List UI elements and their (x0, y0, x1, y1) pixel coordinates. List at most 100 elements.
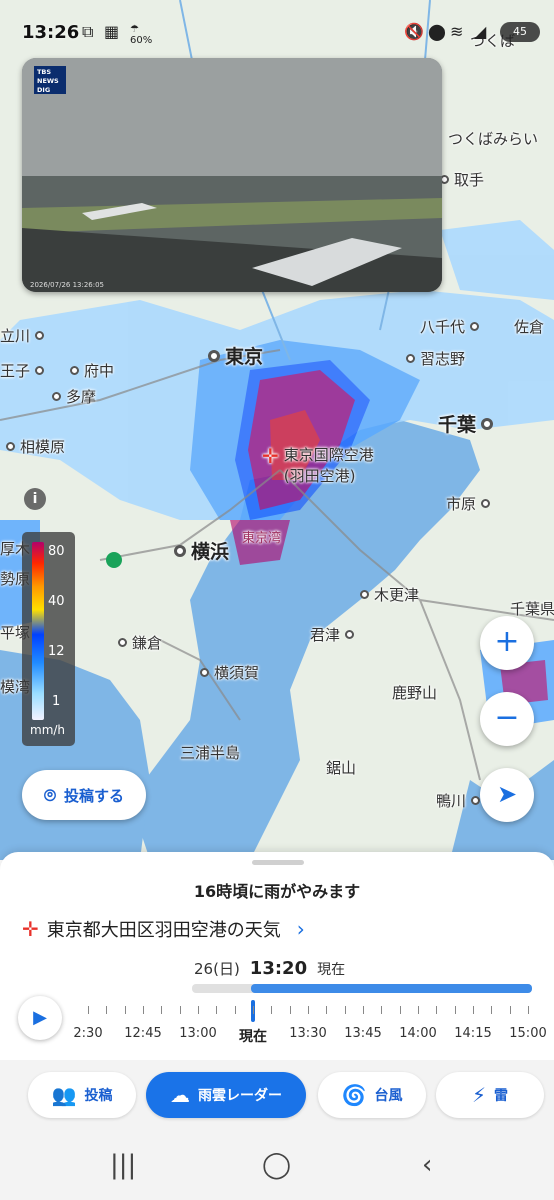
tab-label: 雷 (494, 1088, 509, 1104)
zoom-out-button[interactable]: − (480, 692, 534, 746)
timeline-tick (124, 1006, 126, 1014)
location-link[interactable]: ✛ 東京都大田区羽田空港の天気 › (22, 916, 305, 942)
timeline-tick (179, 1006, 181, 1014)
timeline-label: 14:15 (454, 1026, 492, 1041)
now-label: 現在 (317, 962, 346, 978)
timeline-tick (88, 1006, 89, 1014)
place-kamogawa: 鴨川 (436, 790, 481, 811)
tab-lightning[interactable]: ⚡ 雷 (436, 1072, 544, 1118)
rain-cloud-icon: ☁ (170, 1083, 190, 1107)
timeline-tick (491, 1006, 493, 1014)
timeline-tick (308, 1006, 309, 1014)
tab-posts[interactable]: 👥 投稿 (28, 1072, 136, 1118)
tab-label: 台風 (374, 1088, 403, 1104)
timeline-tick (381, 1006, 383, 1014)
calendar-icon: ▦ (104, 22, 120, 41)
timeline-slider[interactable]: 2:30 12:45 13:00 現在 13:30 13:45 14:00 14:15 15:0… (73, 982, 547, 1052)
location-icon: ⬤ (428, 22, 446, 41)
legend-label: 80 (48, 544, 65, 559)
back-button[interactable]: ‹ (422, 1150, 432, 1180)
wifi-icon: ≋ (450, 22, 464, 41)
timeline-tick (509, 1006, 511, 1014)
timeline-tick (106, 1006, 108, 1014)
timeline-tick (253, 1006, 254, 1014)
place-miura: 三浦半島 (180, 744, 241, 762)
location-target-icon: ✛ (22, 917, 39, 941)
place-narashino: 習志野 (406, 348, 465, 369)
place-tokyo-bay: 東京湾 (242, 531, 282, 546)
timeline-tick (436, 1006, 438, 1014)
place-chiba: 千葉 (438, 410, 494, 437)
timeline-tick (344, 1006, 346, 1014)
timeline-tick (289, 1006, 291, 1014)
place-kimitsu: 君津 (310, 624, 355, 645)
play-button[interactable]: ▶ (18, 996, 62, 1040)
timeline-tick (363, 1006, 364, 1014)
post-pin-icon: ⌾ (43, 783, 56, 807)
timeline-label: 13:00 (179, 1026, 217, 1041)
current-location-button[interactable]: ➤ (480, 768, 534, 822)
place-toride: 取手 (440, 169, 484, 190)
legend-label: 40 (48, 594, 65, 609)
camera-timestamp: 2026/07/26 13:26:05 (30, 281, 105, 289)
screen-cast-icon: ⧉ (82, 22, 94, 41)
sheet-drag-handle[interactable] (252, 860, 304, 865)
timeline-tick (454, 1006, 456, 1014)
bottom-tab-bar: 👥 投稿 ☁ 雨雲レーダー 🌀 台風 ⚡ 雷 (0, 1060, 554, 1130)
rain-radar-map[interactable]: つくば つくばみらい 取手 立川 王子 府中 多摩 相模原 厚木 勢原 平塚 模… (0, 0, 554, 860)
timeline-tick (473, 1006, 474, 1014)
navigation-arrow-icon: ➤ (496, 780, 518, 808)
mute-icon: 🔇 (404, 22, 424, 41)
place-kamakura: 鎌倉 (118, 632, 162, 653)
timeline-tick (161, 1006, 163, 1014)
zoom-in-button[interactable]: + (480, 616, 534, 670)
tab-typhoon[interactable]: 🌀 台風 (318, 1072, 426, 1118)
timeline-label: 15:00 (509, 1026, 547, 1041)
typhoon-icon: 🌀 (341, 1083, 367, 1107)
timeline-label: 13:30 (289, 1026, 327, 1041)
timeline-tick (271, 1006, 273, 1014)
timeline-tick (234, 1006, 236, 1014)
place-kisarazu: 木更津 (360, 584, 419, 605)
timeline-label: 現在 (239, 1029, 267, 1045)
rain-stop-forecast: 16時頃に雨がやみます (193, 882, 361, 901)
timeline-label: 14:00 (399, 1026, 437, 1041)
system-nav-bar: ||| ◯ ‹ (0, 1130, 554, 1200)
place-haneda: ✛ 東京国際空港 (羽田空港) (262, 444, 374, 485)
place-yokosuka: 横須賀 (200, 662, 259, 683)
status-time: 13:26 (22, 22, 80, 43)
timeline-label: 13:45 (344, 1026, 382, 1041)
date-label: 26(日) (194, 960, 240, 978)
recent-apps-button[interactable]: ||| (110, 1150, 136, 1180)
timeline-tick (216, 1006, 218, 1014)
legend-label: 12 (48, 644, 65, 659)
tab-rain-radar[interactable]: ☁ 雨雲レーダー (146, 1072, 306, 1118)
home-button[interactable]: ◯ (262, 1150, 291, 1180)
legend-color-bar (32, 542, 44, 720)
weather-umbrella-icon: ☂ 60% (130, 24, 153, 46)
timeline-tick (528, 1006, 529, 1014)
legend-label: 1 (52, 694, 61, 709)
place-tokyo: 東京 (208, 342, 263, 369)
place-ichihara: 市原 (446, 493, 491, 514)
timeline-tick (418, 1006, 419, 1014)
chevron-right-icon: › (296, 917, 305, 941)
post-button[interactable]: ⌾ 投稿する (22, 770, 146, 820)
post-button-label: 投稿する (63, 786, 124, 805)
place-chiba-pref: 千葉県 (510, 600, 554, 618)
signal-icon: ◢ (474, 22, 487, 41)
timeline-forecast-range (251, 984, 532, 993)
place-sagamihara: 相模原 (6, 436, 65, 457)
timeline-label: 12:45 (124, 1026, 162, 1041)
place-hachioji: 王子 (0, 360, 45, 381)
info-button[interactable]: i (24, 488, 46, 510)
place-yachiyo: 八千代 (420, 316, 480, 337)
timeline-tick (143, 1006, 144, 1014)
battery-indicator: 45 (500, 22, 540, 42)
lightning-icon: ⚡ (471, 1083, 487, 1107)
place-tama: 多摩 (52, 386, 96, 407)
selected-datetime: 26(日) 13:20 現在 (194, 958, 345, 979)
place-sakura: 佐倉 (514, 318, 545, 336)
status-bar: 13:26 ⧉ ▦ ☂ 60% 🔇 ⬤ ≋ ◢ 45 (0, 0, 554, 66)
live-camera-view[interactable]: TBS NEWS DIG 2026/07/26 13:26:05 (22, 58, 442, 292)
